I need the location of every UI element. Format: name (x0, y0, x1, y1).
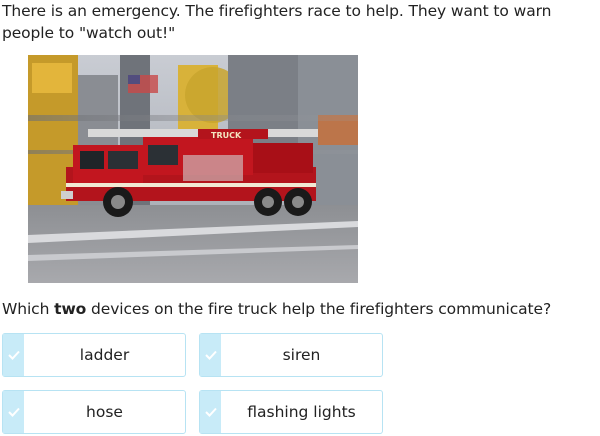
choice-flashing-lights[interactable]: flashing lights (199, 390, 383, 434)
check-icon (204, 350, 217, 360)
choice-hose[interactable]: hose (2, 390, 186, 434)
question-before: Which (2, 300, 55, 318)
truck-lettering: TRUCK (211, 131, 242, 140)
choice-label: siren (282, 346, 321, 364)
question-bold: two (54, 300, 87, 318)
choice-label: flashing lights (247, 403, 356, 421)
check-icon (204, 407, 217, 417)
choice-tab (200, 391, 221, 433)
question-text: Which two devices on the fire truck help… (2, 298, 598, 320)
check-icon (7, 407, 20, 417)
choice-label: ladder (79, 346, 130, 364)
choice-tab (3, 391, 24, 433)
choice-ladder[interactable]: ladder (2, 333, 186, 377)
question-after: devices on the fire truck help the firef… (86, 300, 552, 318)
choice-siren[interactable]: siren (199, 333, 383, 377)
prompt-text: There is an emergency. The firefighters … (2, 2, 552, 42)
choice-tab (3, 334, 24, 376)
choice-label: hose (86, 403, 123, 421)
check-icon (7, 350, 20, 360)
fire-truck-photo: TRUCK (28, 55, 358, 283)
choice-tab (200, 334, 221, 376)
